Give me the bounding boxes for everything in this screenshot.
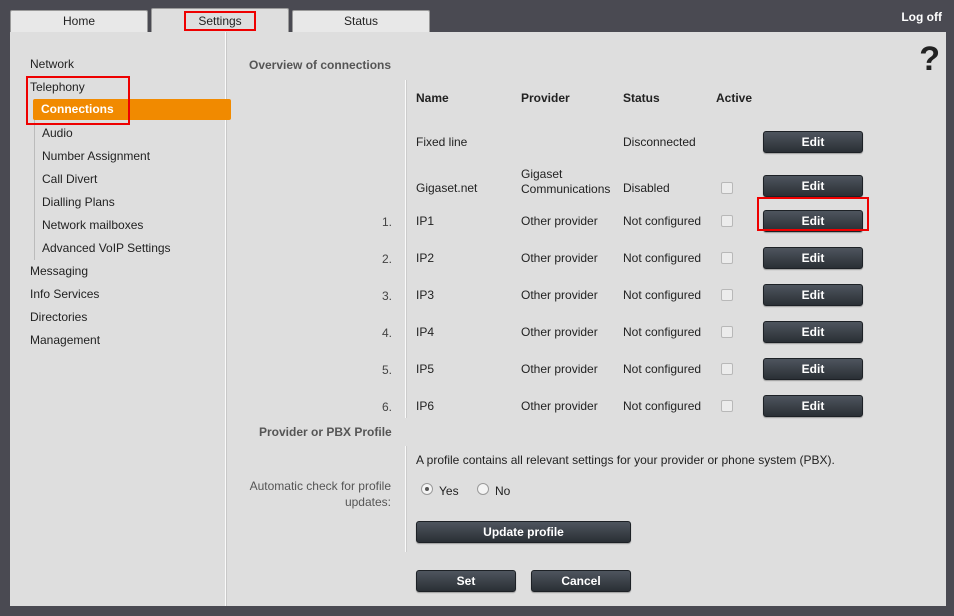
row-provider: Other provider	[521, 399, 598, 413]
radio-yes-label: Yes	[439, 484, 459, 498]
active-checkbox[interactable]	[721, 289, 733, 301]
sidebar-subitem-call-divert[interactable]: Call Divert	[42, 172, 97, 186]
auto-check-label: Automatic check for profile updates:	[225, 479, 391, 509]
row-name: IP2	[416, 251, 435, 265]
active-checkbox[interactable]	[721, 363, 733, 375]
profile-divider	[405, 446, 406, 552]
tab-status[interactable]: Status	[292, 10, 430, 32]
row-name: IP5	[416, 362, 435, 376]
edit-button-ip6[interactable]: Edit	[763, 395, 863, 417]
row-status: Not configured	[623, 362, 702, 376]
sidebar-item-management[interactable]: Management	[30, 333, 100, 347]
tab-settings-label: Settings	[184, 11, 256, 31]
tab-status-label: Status	[343, 14, 379, 28]
row-number: 5.	[381, 363, 392, 377]
row-provider: Other provider	[521, 325, 598, 339]
sidebar-subitem-dialling-plans[interactable]: Dialling Plans	[42, 195, 115, 209]
active-checkbox[interactable]	[721, 326, 733, 338]
auto-check-label-line1: Automatic check for profile	[249, 479, 391, 493]
help-icon[interactable]: ?	[919, 40, 940, 79]
sidebar-subitem-audio[interactable]: Audio	[42, 126, 73, 140]
row-name: Gigaset.net	[416, 181, 478, 195]
overview-divider	[405, 80, 406, 418]
row-number: 2.	[381, 252, 392, 266]
active-checkbox[interactable]	[721, 215, 733, 227]
active-checkbox[interactable]	[721, 182, 733, 194]
edit-button-gigaset-net[interactable]: Edit	[763, 175, 863, 197]
sidebar-subitem-number-assignment[interactable]: Number Assignment	[42, 149, 150, 163]
set-button[interactable]: Set	[416, 570, 516, 592]
row-name: Fixed line	[416, 135, 468, 149]
profile-description: A profile contains all relevant settings…	[416, 453, 835, 467]
row-provider: Other provider	[521, 251, 598, 265]
header-active: Active	[716, 91, 753, 105]
header-provider: Provider	[521, 91, 570, 105]
highlight-box-telephony	[26, 76, 130, 125]
cancel-button[interactable]: Cancel	[531, 570, 631, 592]
row-provider: Other provider	[521, 362, 598, 376]
row-provider-line2: Communications	[521, 182, 611, 196]
top-bar: Home Settings Status Log off	[0, 0, 954, 34]
highlight-box-edit-ip1	[757, 197, 869, 231]
row-status: Disabled	[623, 181, 670, 195]
radio-no[interactable]	[477, 483, 489, 495]
radio-no-label: No	[495, 484, 511, 498]
row-name: IP4	[416, 325, 435, 339]
tab-home-label: Home	[62, 14, 95, 28]
row-number: 4.	[381, 326, 392, 340]
row-name: IP1	[416, 214, 435, 228]
header-status: Status	[623, 91, 660, 105]
tab-home[interactable]: Home	[10, 10, 148, 32]
header-name: Name	[416, 91, 449, 105]
sidebar-item-messaging[interactable]: Messaging	[30, 264, 88, 278]
edit-button-fixed-line[interactable]: Edit	[763, 131, 863, 153]
row-status: Disconnected	[623, 135, 696, 149]
sidebar-subitem-network-mailboxes[interactable]: Network mailboxes	[42, 218, 143, 232]
tab-settings[interactable]: Settings	[151, 8, 289, 34]
row-status: Not configured	[623, 399, 702, 413]
edit-button-ip5[interactable]: Edit	[763, 358, 863, 380]
row-number: 3.	[381, 289, 392, 303]
overview-title: Overview of connections	[249, 58, 392, 72]
row-provider: Gigaset	[521, 167, 563, 181]
sidebar-item-network[interactable]: Network	[30, 57, 74, 71]
active-checkbox[interactable]	[721, 400, 733, 412]
sidebar-item-info-services[interactable]: Info Services	[30, 287, 99, 301]
row-provider: Other provider	[521, 288, 598, 302]
row-status: Not configured	[623, 251, 702, 265]
row-status: Not configured	[623, 288, 702, 302]
auto-check-label-line2: updates:	[344, 495, 391, 509]
edit-button-ip2[interactable]: Edit	[763, 247, 863, 269]
row-number: 6.	[381, 400, 392, 414]
main-panel: Network Telephony Connections Audio Numb…	[10, 32, 946, 606]
update-profile-button[interactable]: Update profile	[416, 521, 631, 543]
sidebar-subitem-advanced-voip[interactable]: Advanced VoIP Settings	[42, 241, 171, 255]
radio-yes[interactable]	[421, 483, 433, 495]
row-status: Not configured	[623, 325, 702, 339]
row-status: Not configured	[623, 214, 702, 228]
profile-title: Provider or PBX Profile	[259, 425, 392, 439]
row-name: IP3	[416, 288, 435, 302]
active-checkbox[interactable]	[721, 252, 733, 264]
logoff-link[interactable]: Log off	[901, 10, 942, 24]
row-number: 1.	[381, 215, 392, 229]
row-name: IP6	[416, 399, 435, 413]
row-provider: Other provider	[521, 214, 598, 228]
edit-button-ip4[interactable]: Edit	[763, 321, 863, 343]
sidebar-item-directories[interactable]: Directories	[30, 310, 87, 324]
sidebar: Network Telephony Connections Audio Numb…	[10, 32, 231, 606]
edit-button-ip3[interactable]: Edit	[763, 284, 863, 306]
